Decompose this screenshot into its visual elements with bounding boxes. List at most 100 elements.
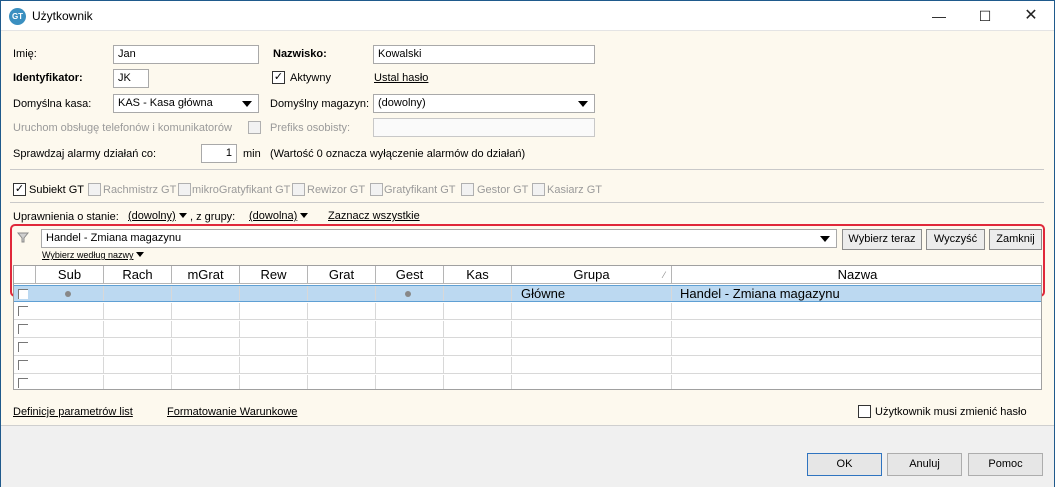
cond-format-link[interactable]: Formatowanie Warunkowe <box>167 406 297 418</box>
permission-dot-icon <box>405 291 411 297</box>
chevron-down-icon <box>578 101 588 107</box>
prefix-label: Prefiks osobisty: <box>270 122 351 134</box>
cell <box>104 357 172 373</box>
perm-group-dropdown[interactable]: (dowolna) <box>249 210 309 222</box>
prefix-input[interactable] <box>373 118 595 137</box>
chevron-down-icon <box>136 252 145 257</box>
select-all-link[interactable]: Zaznacz wszystkie <box>328 210 420 222</box>
row-checkbox[interactable] <box>18 306 28 316</box>
cell-grat <box>308 286 376 301</box>
clear-button[interactable]: Wyczyść <box>926 229 985 250</box>
col-header-nazwa[interactable]: Nazwa <box>672 266 1041 284</box>
table-row[interactable] <box>14 321 1041 338</box>
cell <box>308 357 376 373</box>
minimize-button[interactable]: — <box>916 1 962 31</box>
warehouse-select-value: (dowolny) <box>378 97 426 109</box>
col-header-grupa[interactable]: Grupa ⁄ <box>512 266 672 284</box>
chevron-down-icon <box>820 236 830 242</box>
cell <box>512 321 672 337</box>
warehouse-select[interactable]: (dowolny) <box>373 94 595 113</box>
permission-dot-icon <box>65 291 71 297</box>
cash-select[interactable]: KAS - Kasa główna <box>113 94 259 113</box>
cell <box>512 303 672 319</box>
module-gestor-checkbox[interactable] <box>461 183 474 196</box>
module-mikrogratyfikant-checkbox[interactable] <box>178 183 191 196</box>
alarm-note: (Wartość 0 oznacza wyłączenie alarmów do… <box>270 148 526 160</box>
table-row[interactable] <box>14 375 1041 389</box>
identifier-input[interactable]: JK <box>113 69 149 88</box>
title-bar[interactable]: GT Użytkownik — ☐ ✕ <box>1 1 1054 31</box>
cell <box>36 375 104 389</box>
module-rachmistrz-checkbox[interactable] <box>88 183 101 196</box>
perm-state-dropdown[interactable]: (dowolny) <box>128 210 187 222</box>
module-gratyfikant-checkbox[interactable] <box>370 183 383 196</box>
app-logo-icon: GT <box>9 8 26 25</box>
cell <box>376 339 444 355</box>
set-password-link[interactable]: Ustal hasło <box>374 72 428 84</box>
cell-nazwa: Handel - Zmiana magazynu <box>680 286 840 301</box>
cell <box>172 339 240 355</box>
cell <box>376 357 444 373</box>
last-name-input[interactable]: Kowalski <box>373 45 595 64</box>
cell <box>104 321 172 337</box>
table-row[interactable]: Główne Handel - Zmiana magazynu <box>14 285 1041 302</box>
cancel-button[interactable]: Anuluj <box>887 453 962 476</box>
module-gestor-label: Gestor GT <box>477 184 529 196</box>
perm-group-value: (dowolna) <box>249 210 298 222</box>
row-checkbox[interactable] <box>18 324 28 334</box>
permission-filter-select[interactable]: Handel - Zmiana magazynu <box>41 229 837 248</box>
col-header-mgrat[interactable]: mGrat <box>172 266 240 284</box>
param-defs-link[interactable]: Definicje parametrów list <box>13 406 133 418</box>
chevron-down-icon <box>178 213 187 218</box>
cell <box>444 357 512 373</box>
module-gratyfikant-label: Gratyfikant GT <box>384 184 456 196</box>
grid-header-checkbox-col <box>14 266 36 284</box>
cell <box>172 303 240 319</box>
table-row[interactable] <box>14 357 1041 374</box>
alarm-unit: min <box>243 148 261 160</box>
active-checkbox[interactable]: ✓ <box>272 71 285 84</box>
col-header-sub[interactable]: Sub <box>36 266 104 284</box>
must-change-password-checkbox[interactable] <box>858 405 871 418</box>
cell <box>512 375 672 389</box>
cell-grupa: Główne <box>512 286 672 301</box>
module-kasiarz-checkbox[interactable] <box>532 183 545 196</box>
row-checkbox[interactable] <box>18 342 28 352</box>
ok-button[interactable]: OK <box>807 453 882 476</box>
window-title: Użytkownik <box>32 9 93 23</box>
row-checkbox[interactable] <box>18 289 28 299</box>
module-rewizor-checkbox[interactable] <box>292 183 305 196</box>
help-button[interactable]: Pomoc <box>968 453 1043 476</box>
cell <box>512 357 672 373</box>
cell <box>172 321 240 337</box>
col-header-gest[interactable]: Gest <box>376 266 444 284</box>
cell <box>36 321 104 337</box>
choose-now-button[interactable]: Wybierz teraz <box>842 229 922 250</box>
filter-icon[interactable] <box>17 231 29 243</box>
cell <box>240 357 308 373</box>
choose-by-name-label: Wybierz według nazwy <box>42 250 134 260</box>
cell <box>308 375 376 389</box>
module-kasiarz-label: Kasiarz GT <box>547 184 603 196</box>
first-name-input[interactable]: Jan <box>113 45 259 64</box>
col-header-rew[interactable]: Rew <box>240 266 308 284</box>
warehouse-label: Domyślny magazyn: <box>270 98 370 110</box>
table-row[interactable] <box>14 339 1041 356</box>
maximize-button[interactable]: ☐ <box>962 1 1008 31</box>
row-checkbox[interactable] <box>18 360 28 370</box>
cell <box>376 321 444 337</box>
choose-by-name-dropdown[interactable]: Wybierz według nazwy <box>42 250 145 260</box>
col-header-kas[interactable]: Kas <box>444 266 512 284</box>
close-window-button[interactable]: ✕ <box>1008 1 1054 31</box>
row-checkbox[interactable] <box>18 378 28 388</box>
col-header-grupa-label: Grupa <box>573 267 610 282</box>
col-header-grat[interactable]: Grat <box>308 266 376 284</box>
col-header-rach[interactable]: Rach <box>104 266 172 284</box>
table-row[interactable] <box>14 303 1041 320</box>
phone-checkbox[interactable] <box>248 121 261 134</box>
close-filter-button[interactable]: Zamknij <box>989 229 1042 250</box>
alarm-label: Sprawdzaj alarmy działań co: <box>13 148 157 160</box>
alarm-interval-input[interactable]: 1 <box>201 144 237 163</box>
module-subiekt-checkbox[interactable]: ✓ <box>13 183 26 196</box>
must-change-password-label: Użytkownik musi zmienić hasło <box>875 406 1027 418</box>
